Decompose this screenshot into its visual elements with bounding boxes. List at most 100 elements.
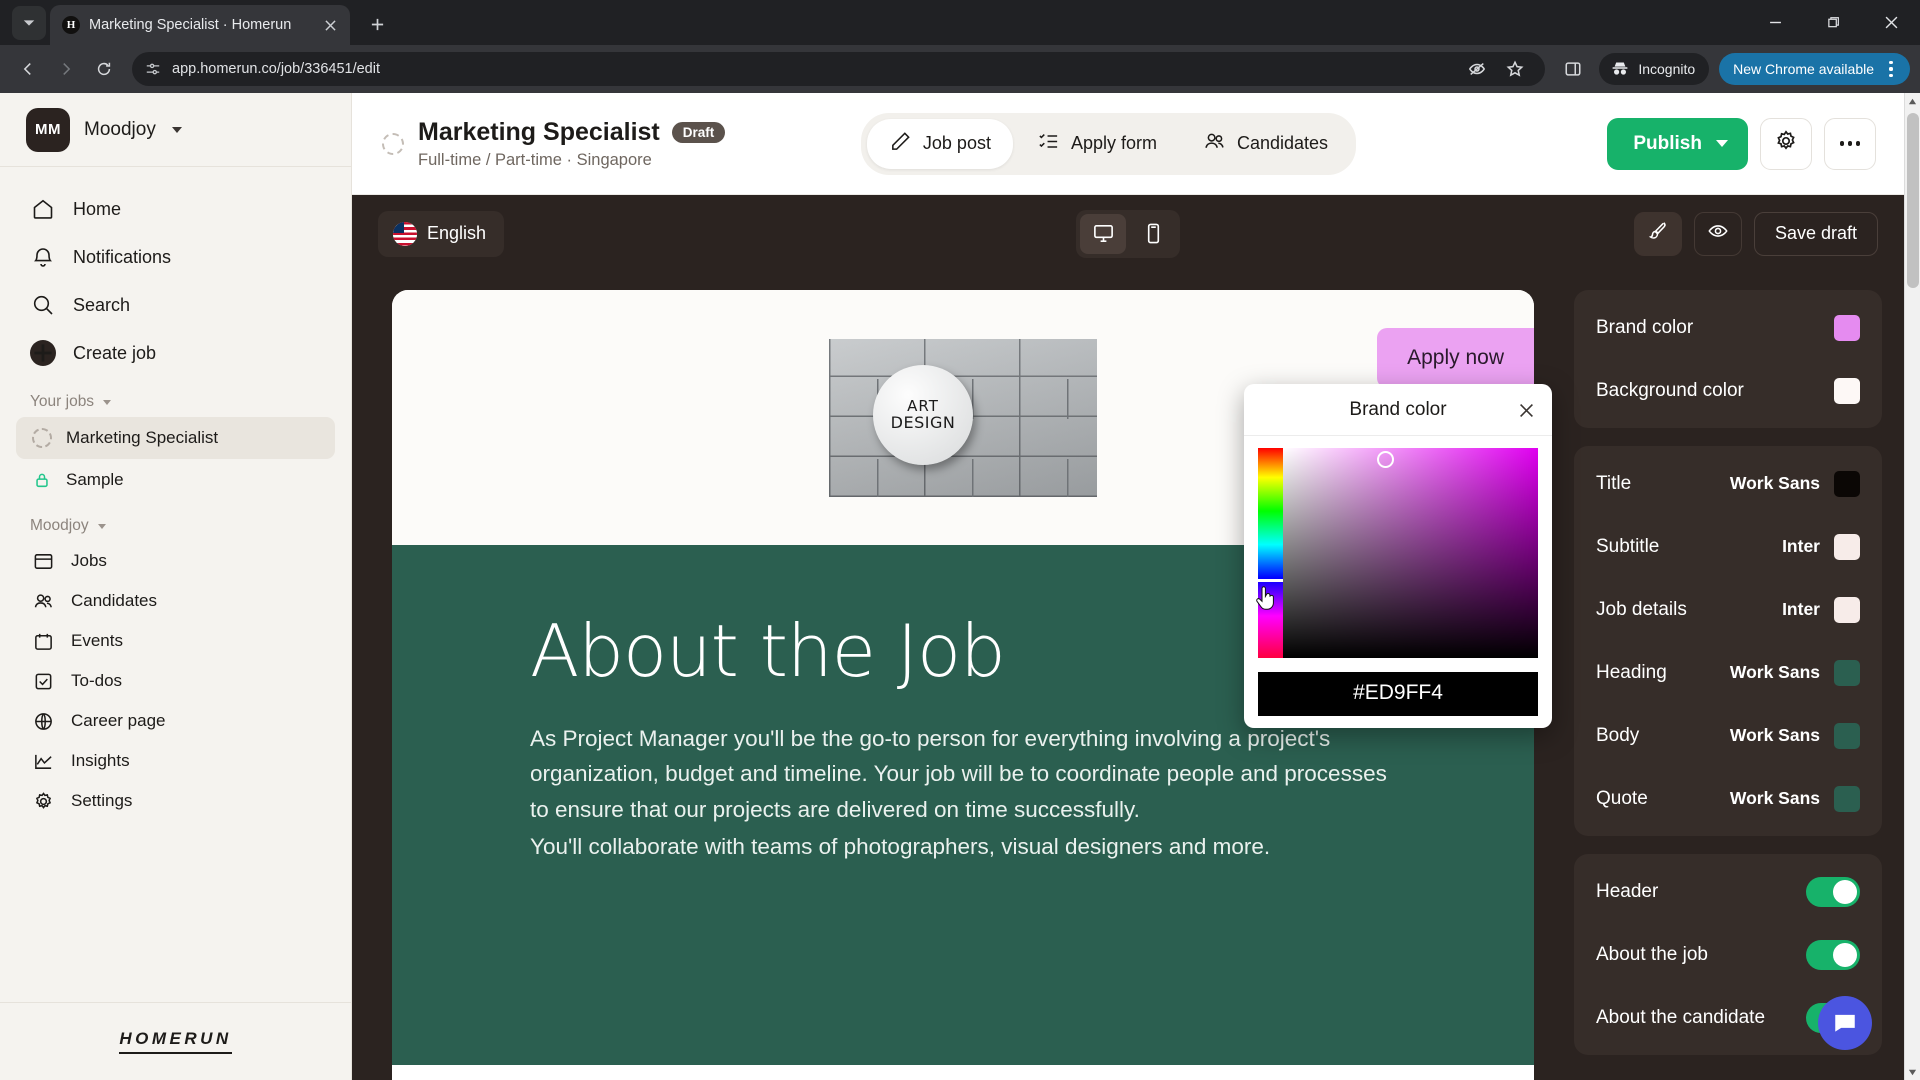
subtitle-color-swatch[interactable] bbox=[1834, 533, 1860, 560]
maximize-icon[interactable] bbox=[1804, 0, 1862, 45]
scroll-up-arrow-icon[interactable] bbox=[1908, 93, 1917, 109]
brand-color-swatch[interactable] bbox=[1834, 314, 1860, 341]
language-selector[interactable]: English bbox=[378, 210, 505, 257]
sidebar-item-sample[interactable]: Sample bbox=[16, 459, 335, 501]
preview-paragraph-2[interactable]: You'll collaborate with teams of photogr… bbox=[530, 829, 1396, 864]
row-quote-font[interactable]: Quote Work Sans bbox=[1574, 767, 1882, 830]
org-switcher[interactable]: MM Moodjoy bbox=[0, 93, 351, 167]
font-value: Work Sans bbox=[1729, 662, 1820, 682]
quote-color-swatch[interactable] bbox=[1834, 785, 1860, 812]
eye-off-icon[interactable] bbox=[1459, 51, 1495, 87]
close-icon[interactable] bbox=[1862, 0, 1920, 45]
workspace-group-label[interactable]: Moodjoy bbox=[0, 501, 351, 541]
scrollbar-thumb[interactable] bbox=[1907, 113, 1919, 288]
row-section-about-the-job[interactable]: About the job bbox=[1574, 923, 1882, 986]
chrome-update-button[interactable]: New Chrome available bbox=[1719, 53, 1910, 85]
side-panel-icon[interactable] bbox=[1555, 51, 1591, 87]
style-brush-button[interactable] bbox=[1633, 211, 1682, 256]
save-draft-button[interactable]: Save draft bbox=[1753, 211, 1878, 256]
job-identity: Marketing Specialist Draft Full-time / P… bbox=[382, 118, 726, 170]
back-arrow-icon[interactable] bbox=[10, 51, 46, 87]
tab-candidates[interactable]: Candidates bbox=[1181, 119, 1350, 169]
incognito-indicator[interactable]: Incognito bbox=[1599, 53, 1710, 85]
more-options-button[interactable] bbox=[1823, 117, 1876, 170]
sidebar-item-career-page[interactable]: Career page bbox=[16, 701, 335, 741]
tab-search-icon[interactable] bbox=[12, 6, 46, 40]
header-toggle[interactable] bbox=[1806, 876, 1860, 907]
mobile-icon[interactable] bbox=[1130, 214, 1176, 254]
saturation-value-area[interactable] bbox=[1283, 448, 1538, 658]
sidebar-item-search[interactable]: Search bbox=[16, 281, 335, 329]
sidebar-item-candidates[interactable]: Candidates bbox=[16, 581, 335, 621]
gear-icon bbox=[30, 788, 56, 814]
sidebar-item-insights[interactable]: Insights bbox=[16, 741, 335, 781]
sidebar-item-todos[interactable]: To-dos bbox=[16, 661, 335, 701]
title-color-swatch[interactable] bbox=[1834, 470, 1860, 497]
chrome-menu-icon[interactable] bbox=[1880, 54, 1902, 84]
font-value: Work Sans bbox=[1729, 473, 1820, 493]
sidebar-item-settings[interactable]: Settings bbox=[16, 781, 335, 821]
checklist-icon bbox=[1037, 130, 1060, 158]
chevron-down-icon bbox=[171, 126, 182, 133]
row-background-color[interactable]: Background color bbox=[1574, 359, 1882, 422]
apply-now-button[interactable]: Apply now bbox=[1377, 328, 1534, 388]
url-text: app.homerun.co/job/336451/edit bbox=[172, 61, 380, 77]
preview-paragraph-1[interactable]: As Project Manager you'll be the go-to p… bbox=[530, 721, 1396, 827]
address-bar[interactable]: app.homerun.co/job/336451/edit bbox=[132, 51, 1546, 87]
font-value: Inter bbox=[1782, 536, 1820, 556]
reload-icon[interactable] bbox=[86, 51, 122, 87]
row-label: Brand color bbox=[1596, 316, 1694, 338]
row-brand-color[interactable]: Brand color bbox=[1574, 296, 1882, 359]
sidebar-item-marketing-specialist[interactable]: Marketing Specialist bbox=[16, 417, 335, 459]
row-subtitle-font[interactable]: Subtitle Inter bbox=[1574, 515, 1882, 578]
workspace-nav: Jobs Candidates Events To-dos Career pag… bbox=[0, 541, 351, 821]
row-job-details-font[interactable]: Job details Inter bbox=[1574, 578, 1882, 641]
row-title-font[interactable]: Title Work Sans bbox=[1574, 452, 1882, 515]
job-settings-button[interactable] bbox=[1759, 117, 1812, 170]
your-jobs-group-label[interactable]: Your jobs bbox=[0, 377, 351, 417]
publish-button[interactable]: Publish bbox=[1607, 117, 1748, 170]
bell-icon bbox=[30, 244, 56, 270]
close-icon[interactable] bbox=[1514, 398, 1538, 422]
hue-slider-handle[interactable] bbox=[1257, 579, 1284, 582]
tab-close-icon[interactable] bbox=[320, 15, 340, 35]
sidebar-item-notifications[interactable]: Notifications bbox=[16, 233, 335, 281]
row-label: Body bbox=[1596, 724, 1640, 746]
tab-apply-form[interactable]: Apply form bbox=[1015, 119, 1179, 169]
saturation-value-handle[interactable] bbox=[1377, 451, 1394, 468]
sidebar-item-home[interactable]: Home bbox=[16, 185, 335, 233]
row-label: About the candidate bbox=[1596, 1006, 1766, 1028]
tab-job-post[interactable]: Job post bbox=[866, 118, 1013, 169]
site-settings-icon[interactable] bbox=[144, 60, 162, 78]
lock-icon bbox=[32, 470, 52, 490]
browser-tab[interactable]: H Marketing Specialist · Homerun bbox=[50, 5, 350, 45]
hex-value[interactable]: #ED9FF4 bbox=[1258, 672, 1538, 716]
sidebar-item-jobs[interactable]: Jobs bbox=[16, 541, 335, 581]
checkbox-icon bbox=[30, 668, 56, 694]
page-scrollbar[interactable] bbox=[1904, 93, 1920, 1080]
intercom-chat-button[interactable] bbox=[1818, 996, 1872, 1050]
desktop-icon[interactable] bbox=[1080, 213, 1126, 254]
new-tab-icon[interactable] bbox=[360, 7, 394, 41]
colors-card: Brand color Background color bbox=[1574, 290, 1882, 428]
row-heading-font[interactable]: Heading Work Sans bbox=[1574, 641, 1882, 704]
about-the-job-toggle[interactable] bbox=[1806, 939, 1860, 970]
job-details-color-swatch[interactable] bbox=[1834, 596, 1860, 623]
homerun-logo: HOMERUN bbox=[119, 1029, 232, 1054]
sidebar-item-events[interactable]: Events bbox=[16, 621, 335, 661]
hue-slider[interactable] bbox=[1257, 448, 1284, 658]
row-body-font[interactable]: Body Work Sans bbox=[1574, 704, 1882, 767]
row-section-header[interactable]: Header bbox=[1574, 860, 1882, 923]
body-color-swatch[interactable] bbox=[1834, 722, 1860, 749]
sidebar-item-create-job[interactable]: Create job bbox=[16, 329, 335, 377]
preview-button[interactable] bbox=[1693, 211, 1742, 256]
forward-arrow-icon[interactable] bbox=[48, 51, 84, 87]
heading-color-swatch[interactable] bbox=[1834, 659, 1860, 686]
minimize-icon[interactable] bbox=[1746, 0, 1804, 45]
background-color-swatch[interactable] bbox=[1834, 377, 1860, 404]
star-icon[interactable] bbox=[1497, 51, 1533, 87]
scroll-down-arrow-icon[interactable] bbox=[1908, 1064, 1917, 1080]
sidebar-item-label: Candidates bbox=[71, 591, 158, 610]
pencil-icon bbox=[889, 130, 912, 158]
sidebar-item-label: Insights bbox=[71, 751, 130, 770]
